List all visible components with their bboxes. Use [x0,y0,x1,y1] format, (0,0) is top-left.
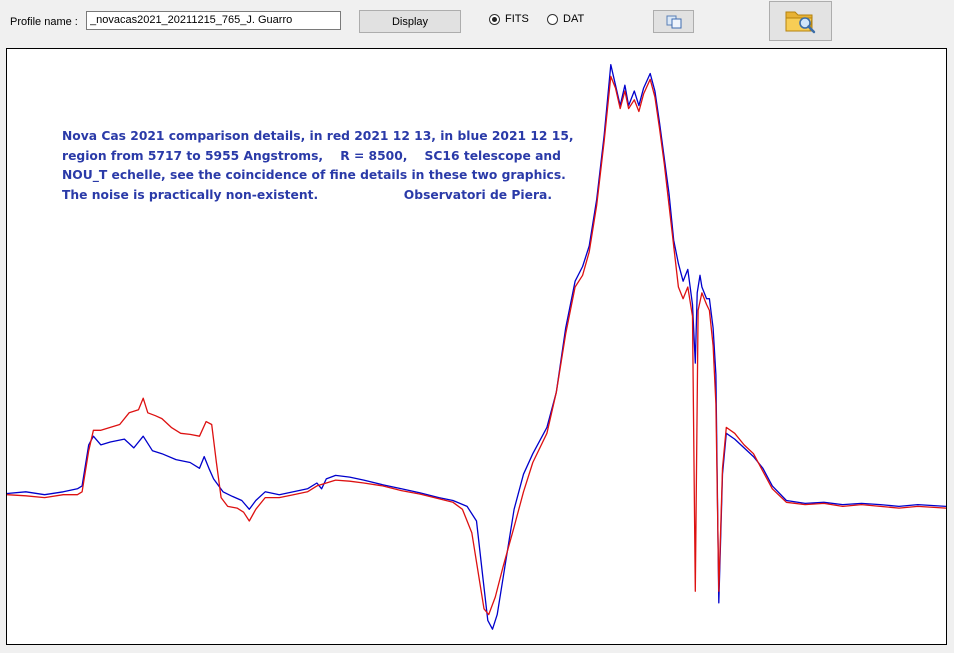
toolbar: Profile name : Display FITS DAT [0,0,954,46]
annotation-text: Nova Cas 2021 comparison details, in red… [62,127,582,205]
open-folder-button[interactable] [769,1,832,41]
fits-radio-dot[interactable] [489,13,500,25]
fits-radio[interactable]: FITS [489,13,529,25]
annotation-line-3: NOU_T echelle, see the coincidence of fi… [62,168,566,182]
display-button[interactable]: Display [359,10,461,33]
profile-name-label: Profile name : [10,16,78,28]
dat-radio-dot[interactable] [547,13,558,25]
fits-radio-label: FITS [505,13,529,25]
annotation-line-4: The noise is practically non-existent. O… [62,187,553,202]
dat-radio-label: DAT [563,13,585,25]
spectrum-plot: Nova Cas 2021 comparison details, in red… [6,48,947,645]
copy-icon [666,15,681,28]
annotation-line-1: Nova Cas 2021 comparison details, in red… [62,129,574,143]
dat-radio[interactable]: DAT [547,13,584,25]
copy-button[interactable] [653,10,694,33]
profile-name-input[interactable] [86,11,341,30]
annotation-line-2: region from 5717 to 5955 Angstroms, R = … [62,148,561,163]
folder-search-icon [785,11,815,34]
